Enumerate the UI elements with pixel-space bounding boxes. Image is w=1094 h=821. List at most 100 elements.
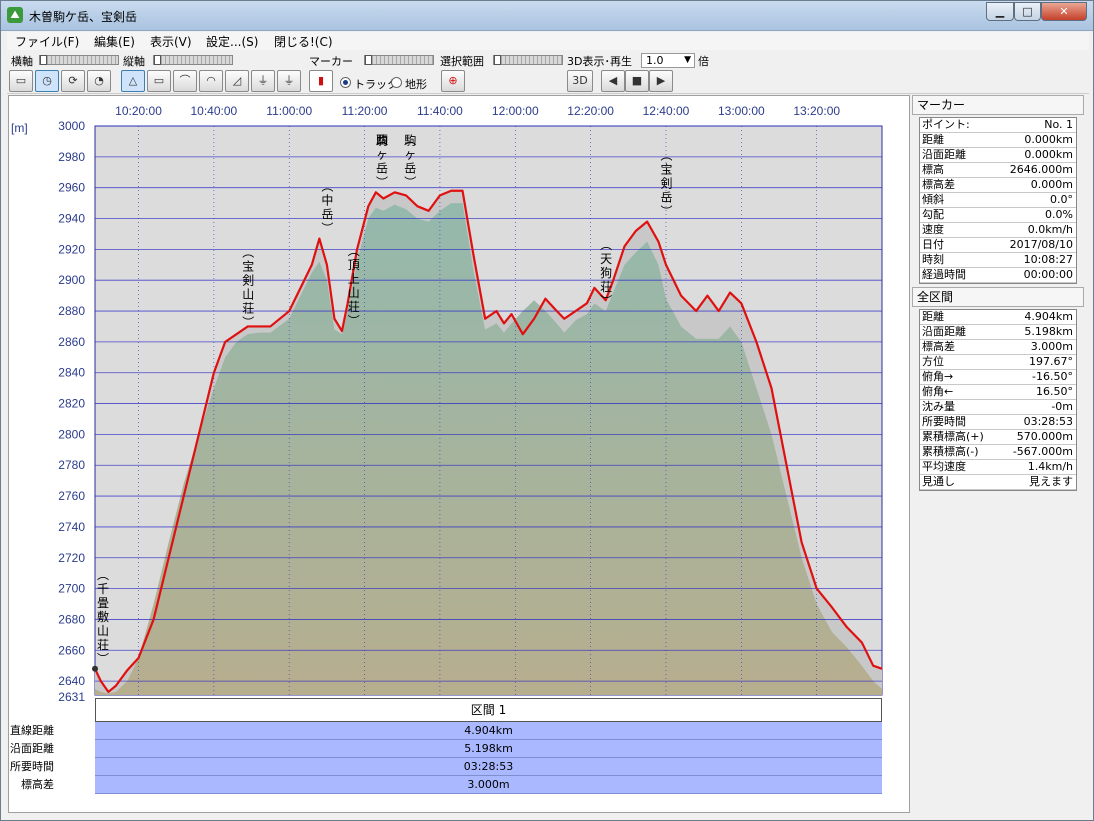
peak-annotation: ︵西駒ヶ岳︶ <box>376 133 388 189</box>
info-value: 03:28:53 <box>1023 415 1073 428</box>
thermometer-icon[interactable]: ▮ <box>309 70 333 92</box>
info-row: 標高差 3.000m <box>920 340 1076 355</box>
stat-label: 直線距離 <box>10 724 54 737</box>
app-icon: ⛰ <box>7 7 23 23</box>
info-key: 方位 <box>922 355 944 368</box>
info-value: 0.000km <box>1024 148 1073 161</box>
info-key: 速度 <box>922 223 944 236</box>
plug-icon[interactable]: ⏚ <box>251 70 275 92</box>
info-value: 00:00:00 <box>1023 268 1073 281</box>
stat-row: 3.000m <box>95 776 882 794</box>
rewind-icon[interactable]: ◀ <box>601 70 625 92</box>
pie-clock-icon[interactable]: ◔ <box>87 70 111 92</box>
horizontal-axis-label: 横軸 <box>11 55 33 68</box>
x-tick-label: 11:40:00 <box>417 104 463 118</box>
info-key: 累積標高(-) <box>922 445 979 458</box>
track-radio[interactable] <box>340 77 351 88</box>
peak-annotation: ︵駒ヶ岳︶ <box>404 133 416 189</box>
arc-icon[interactable]: ⌒ <box>173 70 197 92</box>
info-key: 俯角← <box>922 385 954 398</box>
minimize-button[interactable]: ▁ <box>986 2 1014 21</box>
info-row: 沿面距離 0.000km <box>920 148 1076 163</box>
info-row: 距離 4.904km <box>920 310 1076 325</box>
info-value: 3.000m <box>1030 340 1073 353</box>
menu-close[interactable]: 閉じる!(C) <box>274 33 333 50</box>
y-tick-label: 2631 <box>58 690 85 704</box>
stat-value: 4.904km <box>464 724 513 737</box>
plug-off-icon[interactable]: ⏚ <box>277 70 301 92</box>
info-key: 標高 <box>922 163 944 176</box>
horizontal-zoom-slider[interactable] <box>39 55 119 65</box>
stat-label: 所要時間 <box>10 760 54 773</box>
zoom-select[interactable]: 1.0 ▼ <box>641 53 695 68</box>
y-tick-label: 2800 <box>58 427 85 441</box>
info-key: 勾配 <box>922 208 944 221</box>
play-icon[interactable]: ▶ <box>649 70 673 92</box>
stat-row: 03:28:53 <box>95 758 882 776</box>
y-tick-label: 2920 <box>58 242 85 256</box>
info-value: -567.000m <box>1012 445 1073 458</box>
menu-settings[interactable]: 設定...(S) <box>206 33 258 50</box>
x-tick-label: 10:20:00 <box>115 104 162 118</box>
info-row: 標高 2646.000m <box>920 163 1076 178</box>
3d-view-icon[interactable]: 3D <box>567 70 593 92</box>
info-row: ポイント: No. 1 <box>920 118 1076 133</box>
info-key: ポイント: <box>922 118 970 131</box>
x-tick-label: 11:20:00 <box>342 104 388 118</box>
info-row: 経過時間 00:00:00 <box>920 268 1076 283</box>
menu-view[interactable]: 表示(V) <box>150 33 192 50</box>
info-key: 標高差 <box>922 178 955 191</box>
mountain-icon[interactable]: △ <box>121 70 145 92</box>
info-value: -16.50° <box>1032 370 1073 383</box>
flat-icon[interactable]: ▭ <box>147 70 171 92</box>
info-row: 方位 197.67° <box>920 355 1076 370</box>
stop-icon[interactable]: ■ <box>625 70 649 92</box>
marker-panel-title: マーカー <box>912 95 1084 115</box>
info-key: 沈み量 <box>922 400 955 413</box>
y-tick-label: 2640 <box>58 674 85 688</box>
info-row: 時刻 10:08:27 <box>920 253 1076 268</box>
vertical-zoom-slider[interactable] <box>153 55 233 65</box>
x-tick-label: 12:20:00 <box>567 104 614 118</box>
info-key: 傾斜 <box>922 193 944 206</box>
close-button[interactable]: ✕ <box>1041 2 1087 21</box>
y-tick-label: 2740 <box>58 520 85 534</box>
info-row: 俯角← 16.50° <box>920 385 1076 400</box>
distance-axis-icon[interactable]: ▭ <box>9 70 33 92</box>
info-row: 傾斜 0.0° <box>920 193 1076 208</box>
start-marker <box>92 665 98 672</box>
search-pin-icon[interactable]: ⊕ <box>441 70 465 92</box>
info-row: 日付 2017/08/10 <box>920 238 1076 253</box>
menu-edit[interactable]: 編集(E) <box>94 33 135 50</box>
selection-slider[interactable] <box>493 55 563 65</box>
terrain-radio[interactable] <box>391 77 402 88</box>
info-value: 見えます <box>1029 475 1073 488</box>
y-tick-label: 2880 <box>58 304 85 318</box>
info-value: 16.50° <box>1036 385 1073 398</box>
info-value: -0m <box>1051 400 1073 413</box>
y-tick-label: 2980 <box>58 150 85 164</box>
info-key: 累積標高(+) <box>922 430 984 443</box>
info-key: 日付 <box>922 238 944 251</box>
clock-12-icon[interactable]: ⟳ <box>61 70 85 92</box>
peak-annotation: ︵宝剣岳︶ <box>660 149 672 219</box>
x-tick-label: 10:40:00 <box>191 104 238 118</box>
y-tick-label: 2660 <box>58 643 85 657</box>
marker-slider[interactable] <box>364 55 434 65</box>
elevation-chart[interactable]: 3000 2980 2960 2940 2920 2900 2880 2860 2840 2820… <box>8 95 910 813</box>
gauge-icon[interactable]: ◠ <box>199 70 223 92</box>
info-value: No. 1 <box>1044 118 1073 131</box>
maximize-button[interactable]: □ <box>1014 2 1041 21</box>
y-tick-label: 2780 <box>58 458 85 472</box>
slope-icon[interactable]: ◿ <box>225 70 249 92</box>
clock-icon[interactable]: ◷ <box>35 70 59 92</box>
terrain-radio-label: 地形 <box>405 78 427 91</box>
info-key: 距離 <box>922 310 944 323</box>
title-bar: ⛰ 木曽駒ケ岳、宝剣岳 ▁ □ ✕ <box>1 1 1093 31</box>
y-tick-label: 2820 <box>58 397 85 411</box>
menu-file[interactable]: ファイル(F) <box>15 33 79 50</box>
info-row: 速度 0.0km/h <box>920 223 1076 238</box>
y-tick-label: 2720 <box>58 551 85 565</box>
x-tick-label: 11:00:00 <box>266 104 312 118</box>
info-row: 累積標高(-) -567.000m <box>920 445 1076 460</box>
